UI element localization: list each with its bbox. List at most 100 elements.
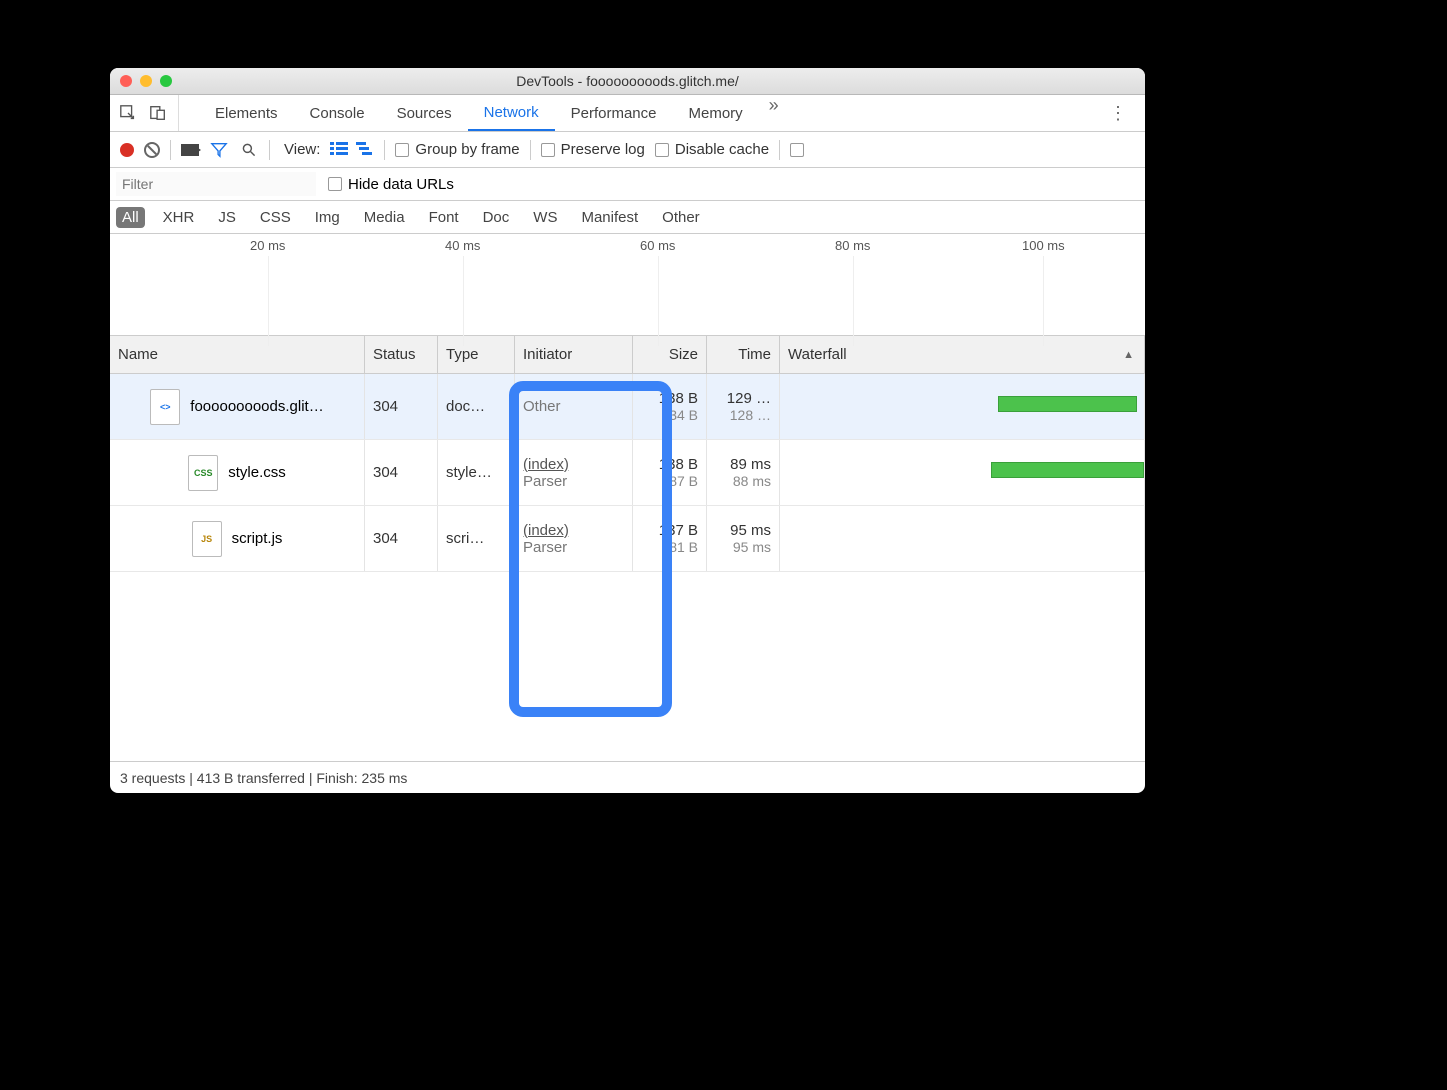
type-filter-media[interactable]: Media (358, 207, 411, 228)
waterfall-bar (991, 462, 1144, 478)
cell-status: 304 (365, 506, 438, 571)
waterfall-view-icon[interactable] (356, 141, 374, 159)
disable-cache-checkbox[interactable]: Disable cache (655, 141, 769, 158)
cell-waterfall (780, 506, 1145, 571)
offline-checkbox-partial[interactable] (790, 143, 806, 157)
tab-performance[interactable]: Performance (555, 95, 673, 131)
request-row[interactable]: JS script.js 304 scri… (index) Parser 13… (110, 506, 1145, 572)
more-options-icon[interactable]: ⋮ (1099, 103, 1137, 124)
filter-input[interactable] (116, 172, 316, 196)
type-filter-xhr[interactable]: XHR (157, 207, 201, 228)
tab-elements[interactable]: Elements (199, 95, 294, 131)
toolbar-divider (384, 140, 385, 160)
window-title: DevTools - fooooooooods.glitch.me/ (516, 73, 739, 89)
column-header-waterfall[interactable]: Waterfall ▲ (780, 336, 1145, 373)
request-row[interactable]: <> fooooooooods.glit… 304 doc… Other 138… (110, 374, 1145, 440)
filter-row: Hide data URLs (110, 168, 1145, 201)
preserve-log-checkbox[interactable]: Preserve log (541, 141, 645, 158)
column-header-waterfall-label: Waterfall (788, 346, 847, 363)
cell-size: 138 B287 B (633, 440, 707, 505)
cell-name: JS script.js (110, 506, 365, 571)
type-filter-manifest[interactable]: Manifest (575, 207, 644, 228)
requests-table-body: <> fooooooooods.glit… 304 doc… Other 138… (110, 374, 1145, 761)
tabs-overflow-icon[interactable]: » (759, 95, 789, 131)
filter-icon[interactable] (209, 140, 229, 160)
checkbox-icon (328, 177, 342, 191)
hide-data-urls-label: Hide data URLs (348, 176, 454, 193)
checkbox-icon (541, 143, 555, 157)
tab-network[interactable]: Network (468, 95, 555, 131)
column-header-type[interactable]: Type (438, 336, 515, 373)
toolbar-divider (779, 140, 780, 160)
search-icon[interactable] (239, 140, 259, 160)
cell-type: scri… (438, 506, 515, 571)
cell-name: CSS style.css (110, 440, 365, 505)
preserve-log-label: Preserve log (561, 141, 645, 158)
column-header-time[interactable]: Time (707, 336, 780, 373)
screenshot-icon[interactable] (181, 144, 199, 156)
request-name: script.js (232, 530, 283, 547)
type-filter-row: All XHR JS CSS Img Media Font Doc WS Man… (110, 201, 1145, 234)
traffic-lights (120, 75, 172, 87)
tab-memory[interactable]: Memory (673, 95, 759, 131)
toolbar-divider (530, 140, 531, 160)
cell-initiator: (index) Parser (515, 440, 633, 505)
cell-time: 129 …128 … (707, 374, 780, 439)
request-row[interactable]: CSS style.css 304 style… (index) Parser … (110, 440, 1145, 506)
column-header-name[interactable]: Name (110, 336, 365, 373)
request-name: fooooooooods.glit… (190, 398, 323, 415)
timeline-tick: 20 ms (250, 238, 285, 253)
inspect-element-icon[interactable] (118, 103, 138, 123)
maximize-window-button[interactable] (160, 75, 172, 87)
waterfall-bar (998, 396, 1136, 412)
close-window-button[interactable] (120, 75, 132, 87)
request-name: style.css (228, 464, 286, 481)
panel-tabs: Elements Console Sources Network Perform… (199, 95, 789, 131)
record-button[interactable] (120, 143, 134, 157)
tab-sources[interactable]: Sources (381, 95, 468, 131)
type-filter-all[interactable]: All (116, 207, 145, 228)
timeline-tick: 60 ms (640, 238, 675, 253)
disable-cache-label: Disable cache (675, 141, 769, 158)
checkbox-icon (395, 143, 409, 157)
hide-data-urls-checkbox[interactable]: Hide data URLs (328, 176, 454, 193)
js-file-icon: JS (192, 521, 222, 557)
type-filter-css[interactable]: CSS (254, 207, 297, 228)
toolbar-divider (170, 140, 171, 160)
cell-size: 137 B81 B (633, 506, 707, 571)
column-header-status[interactable]: Status (365, 336, 438, 373)
cell-type: doc… (438, 374, 515, 439)
initiator-link[interactable]: (index) (523, 522, 624, 539)
cell-waterfall (780, 440, 1145, 505)
initiator-link[interactable]: (index) (523, 456, 624, 473)
timeline-overview[interactable]: 20 ms 40 ms 60 ms 80 ms 100 ms (110, 234, 1145, 336)
clear-button[interactable] (144, 142, 160, 158)
group-by-frame-checkbox[interactable]: Group by frame (395, 141, 519, 158)
column-header-initiator[interactable]: Initiator (515, 336, 633, 373)
type-filter-img[interactable]: Img (309, 207, 346, 228)
type-filter-font[interactable]: Font (423, 207, 465, 228)
minimize-window-button[interactable] (140, 75, 152, 87)
titlebar: DevTools - fooooooooods.glitch.me/ (110, 68, 1145, 95)
column-header-size[interactable]: Size (633, 336, 707, 373)
device-mode-icon[interactable] (148, 103, 168, 123)
tab-console[interactable]: Console (294, 95, 381, 131)
cell-time: 95 ms95 ms (707, 506, 780, 571)
type-filter-js[interactable]: JS (212, 207, 242, 228)
timeline-tick: 100 ms (1022, 238, 1065, 253)
cell-size: 138 B734 B (633, 374, 707, 439)
cell-initiator: Other (515, 374, 633, 439)
type-filter-other[interactable]: Other (656, 207, 706, 228)
view-icons (330, 141, 374, 159)
panel-tabbar: Elements Console Sources Network Perform… (110, 95, 1145, 132)
type-filter-doc[interactable]: Doc (477, 207, 516, 228)
checkbox-icon (655, 143, 669, 157)
timeline-tick: 80 ms (835, 238, 870, 253)
type-filter-ws[interactable]: WS (527, 207, 563, 228)
cell-status: 304 (365, 374, 438, 439)
sort-ascending-icon: ▲ (1123, 349, 1134, 361)
summary-text: 3 requests | 413 B transferred | Finish:… (120, 770, 407, 786)
cell-type: style… (438, 440, 515, 505)
large-rows-icon[interactable] (330, 141, 348, 159)
group-by-frame-label: Group by frame (415, 141, 519, 158)
